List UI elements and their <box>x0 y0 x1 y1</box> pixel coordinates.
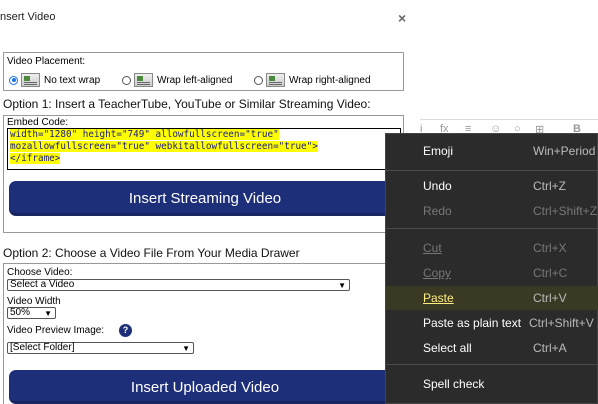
menu-item-undo[interactable]: Undo Ctrl+Z <box>386 174 598 198</box>
placement-wrap-right-label: Wrap right-aligned <box>289 74 371 86</box>
video-width-value: 50% <box>10 307 31 318</box>
menu-item-label: Redo <box>423 204 452 218</box>
placement-no-wrap-label: No text wrap <box>44 74 101 86</box>
context-menu: Emoji Win+Period Undo Ctrl+Z Redo Ctrl+S… <box>385 133 598 404</box>
radio-no-wrap[interactable] <box>9 75 18 85</box>
menu-separator <box>386 364 598 365</box>
menu-item-copy[interactable]: Copy Ctrl+C <box>386 261 598 285</box>
menu-item-label: Copy <box>423 266 452 280</box>
menu-separator <box>386 170 598 171</box>
menu-item-spell-check[interactable]: Spell check <box>386 372 598 396</box>
placement-legend: Video Placement: <box>7 56 86 67</box>
menu-item-label: Cut <box>423 241 442 255</box>
video-width-select[interactable]: 50% ▼ <box>7 307 56 319</box>
choose-video-value: Select a Video <box>10 279 75 290</box>
placement-wrap-left-label: Wrap left-aligned <box>157 74 233 86</box>
radio-wrap-right[interactable] <box>254 75 263 85</box>
menu-item-shortcut: Ctrl+Shift+Z <box>533 204 598 218</box>
radio-wrap-left[interactable] <box>122 75 131 85</box>
menu-separator <box>386 228 598 229</box>
menu-item-redo[interactable]: Redo Ctrl+Shift+Z <box>386 199 598 223</box>
insert-streaming-video-button[interactable]: Insert Streaming Video <box>9 181 401 216</box>
placement-wrap-left[interactable]: Wrap left-aligned <box>122 71 232 89</box>
video-placement-group: Video Placement: No text wrap Wrap left-… <box>3 52 404 91</box>
menu-item-cut[interactable]: Cut Ctrl+X <box>386 236 598 260</box>
chevron-down-icon: ▼ <box>338 281 346 290</box>
placement-no-wrap[interactable]: No text wrap <box>9 71 100 89</box>
embed-code-input[interactable]: width="1280" height="749" allowfullscree… <box>7 128 401 170</box>
menu-item-shortcut: Ctrl+V <box>533 291 567 305</box>
menu-item-shortcut: Ctrl+A <box>533 341 567 355</box>
close-icon[interactable]: × <box>398 11 406 25</box>
menu-item-shortcut: Win+Period <box>533 144 596 158</box>
chevron-down-icon: ▼ <box>44 309 52 318</box>
video-width-label: Video Width <box>7 296 61 307</box>
media-drawer-section: Choose Video: Select a Video ▼ Video Wid… <box>3 263 404 404</box>
embed-code-label: Embed Code: <box>7 117 69 128</box>
no-wrap-icon <box>21 73 40 87</box>
menu-item-label: Spell check <box>423 377 485 391</box>
chevron-down-icon: ▼ <box>182 344 190 353</box>
video-preview-label: Video Preview Image: <box>7 325 105 336</box>
choose-video-label: Choose Video: <box>7 267 73 278</box>
menu-item-label: Paste <box>423 291 454 305</box>
preview-folder-select[interactable]: [Select Folder] ▼ <box>7 342 194 354</box>
menu-item-shortcut: Ctrl+X <box>533 241 567 255</box>
dialog-title: nsert Video <box>0 11 56 23</box>
menu-item-emoji[interactable]: Emoji Win+Period <box>386 139 598 163</box>
placement-wrap-right[interactable]: Wrap right-aligned <box>254 71 371 89</box>
code-line: width="1280" height="749" allowfullscree… <box>10 129 279 140</box>
menu-item-label: Paste as plain text <box>423 316 522 330</box>
menu-item-shortcut: Ctrl+C <box>533 266 568 280</box>
embed-section: Embed Code: width="1280" height="749" al… <box>3 115 404 233</box>
option1-heading: Option 1: Insert a TeacherTube, YouTube … <box>3 97 371 111</box>
wrap-left-icon <box>134 73 153 87</box>
preview-folder-value: [Select Folder] <box>10 342 75 353</box>
menu-item-select-all[interactable]: Select all Ctrl+A <box>386 336 598 360</box>
menu-item-paste-plain[interactable]: Paste as plain text Ctrl+Shift+V <box>386 311 598 335</box>
menu-item-shortcut: Ctrl+Shift+V <box>529 316 594 330</box>
wrap-right-icon <box>266 73 285 87</box>
choose-video-select[interactable]: Select a Video ▼ <box>7 279 350 291</box>
help-icon[interactable]: ? <box>119 324 132 337</box>
menu-item-label: Emoji <box>423 144 454 158</box>
menu-item-paste[interactable]: Paste Ctrl+V <box>386 286 598 310</box>
insert-video-dialog: nsert Video × Video Placement: No text w… <box>0 0 420 404</box>
insert-uploaded-video-button[interactable]: Insert Uploaded Video <box>9 370 401 404</box>
menu-item-label: Undo <box>423 179 452 193</box>
option2-heading: Option 2: Choose a Video File From Your … <box>3 246 300 260</box>
menu-item-label: Select all <box>423 341 472 355</box>
menu-item-shortcut: Ctrl+Z <box>533 179 566 193</box>
code-line: mozallowfullscreen="true" webkitallowful… <box>10 141 318 152</box>
code-line: </iframe> <box>10 153 61 164</box>
